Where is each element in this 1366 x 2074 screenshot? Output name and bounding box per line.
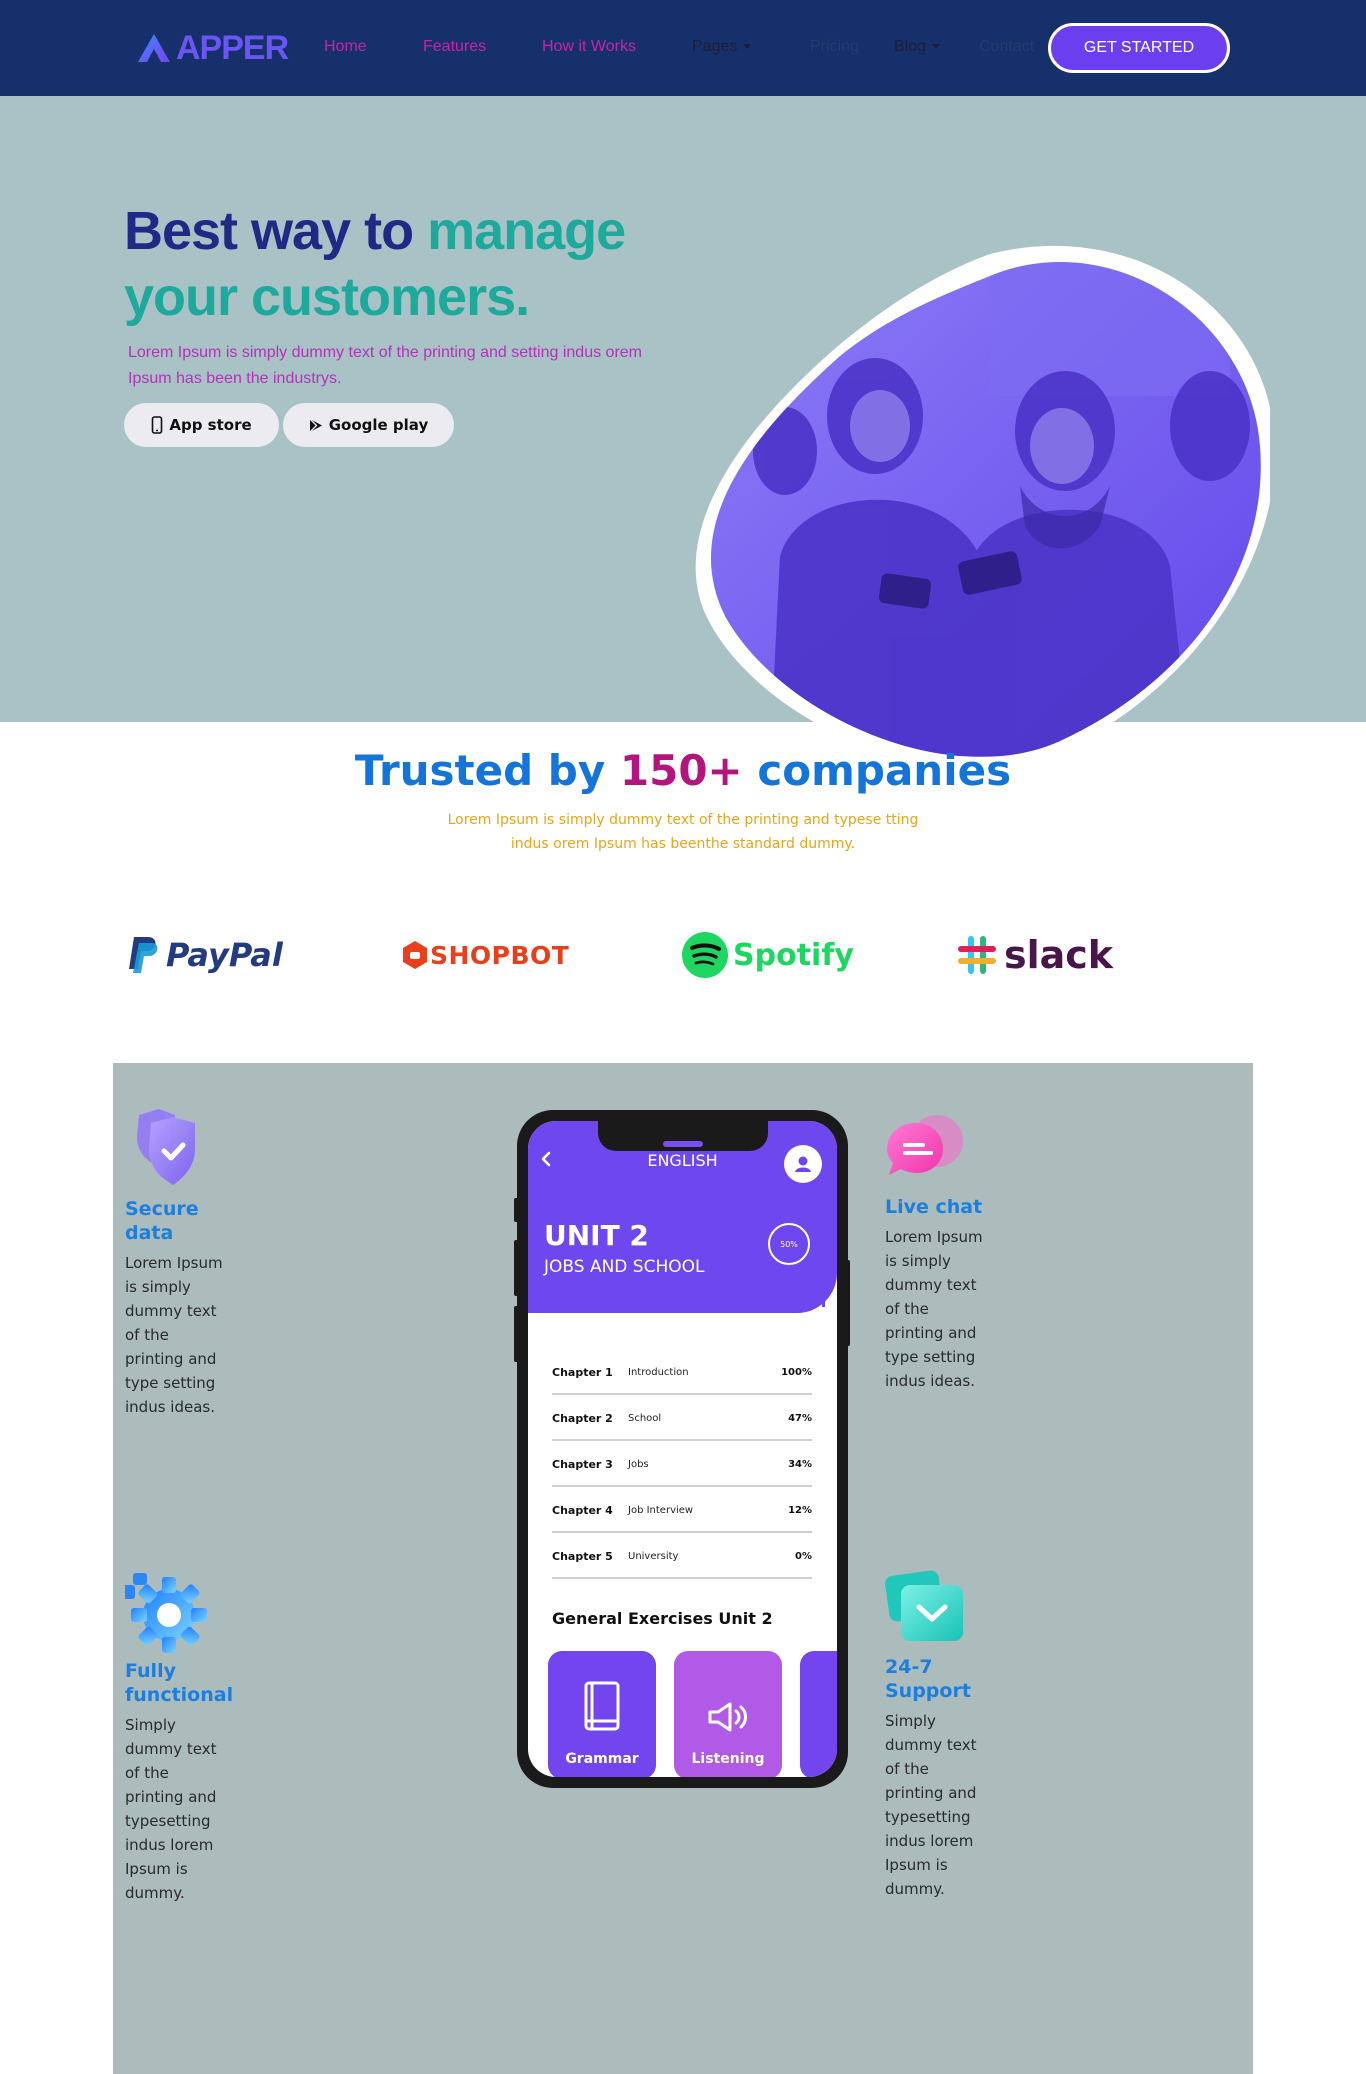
feature-secure-data: Secure data Lorem Ipsum is simply dummy … xyxy=(125,1109,225,1419)
chat-icon xyxy=(887,1115,963,1175)
feature-text: Simply dummy text of the printing and ty… xyxy=(125,1716,217,1902)
brand-shopbot: SHOPBOT xyxy=(402,930,569,980)
navbar: APPER Home Features How it Works Pages P… xyxy=(0,0,1366,96)
nav-contact[interactable]: Contact xyxy=(979,38,1034,56)
brand-slack: slack xyxy=(956,930,1113,980)
chapter-row[interactable]: Chapter 1 Introduction 100% xyxy=(552,1351,812,1395)
nav-pages[interactable]: Pages xyxy=(692,38,752,56)
nav-home[interactable]: Home xyxy=(324,38,367,56)
brand-spotify: Spotify xyxy=(681,930,854,980)
chapter-topic: Introduction xyxy=(628,1366,689,1378)
phone-mockup: ENGLISH UNIT 2 JOBS AND SCHOOL 50% Chapt… xyxy=(517,1110,848,1788)
chapter-row[interactable]: Chapter 2 School 47% xyxy=(552,1397,812,1441)
vocabulary-tile[interactable]: V xyxy=(800,1651,837,1777)
phone-screen: ENGLISH UNIT 2 JOBS AND SCHOOL 50% Chapt… xyxy=(528,1121,837,1777)
phone-speaker xyxy=(663,1141,703,1147)
listening-tile[interactable]: Listening xyxy=(674,1651,782,1777)
chapter-topic: University xyxy=(628,1550,679,1562)
progress-ring: 50% xyxy=(768,1223,810,1265)
feature-text: Simply dummy text of the printing and ty… xyxy=(885,1712,977,1898)
chapter-name: Chapter 4 xyxy=(552,1503,613,1517)
nav-blog-label: Blog xyxy=(894,38,927,55)
chapter-name: Chapter 1 xyxy=(552,1365,613,1379)
chapter-percent: 34% xyxy=(788,1458,812,1470)
brand-paypal-text: PayPal xyxy=(166,936,283,974)
get-started-button[interactable]: GET STARTED xyxy=(1048,23,1230,73)
feature-title: Secure data xyxy=(125,1198,199,1244)
trusted-description: Lorem Ipsum is simply dummy text of the … xyxy=(447,812,919,852)
chapter-topic: Jobs xyxy=(628,1458,649,1470)
grammar-tile[interactable]: Grammar xyxy=(548,1651,656,1777)
shopbot-logo-icon xyxy=(403,941,427,969)
mail-icon xyxy=(885,1570,963,1641)
chapter-name: Chapter 3 xyxy=(552,1457,613,1471)
nav-features[interactable]: Features xyxy=(423,38,486,56)
play-store-icon xyxy=(309,418,323,433)
nav-how-it-works[interactable]: How it Works xyxy=(542,38,636,56)
chapter-percent: 0% xyxy=(795,1550,812,1562)
grammar-label: Grammar xyxy=(565,1751,639,1767)
hero-section: Best way to manage your customers. Lorem… xyxy=(0,96,1366,769)
feature-live-chat: Live chat Lorem Ipsum is simply dummy te… xyxy=(885,1107,985,1393)
brand-slack-text: slack xyxy=(1004,933,1114,977)
chapter-percent: 47% xyxy=(788,1412,812,1424)
trusted-title: Trusted by 150+ companies xyxy=(0,746,1366,795)
feature-text: Lorem Ipsum is simply dummy text of the … xyxy=(125,1254,223,1416)
hero-title: Best way to manage your customers. xyxy=(124,198,684,330)
feature-24-7-support: 24-7 Support Simply dummy text of the pr… xyxy=(885,1567,985,1901)
gear-icon xyxy=(123,1573,207,1653)
chapter-name: Chapter 5 xyxy=(552,1549,613,1563)
paypal-logo-icon xyxy=(129,937,158,973)
chapter-row[interactable]: Chapter 5 University 0% xyxy=(552,1535,812,1579)
shield-icon xyxy=(137,1109,195,1185)
logo-mark-icon xyxy=(138,34,170,62)
app-header: ENGLISH UNIT 2 JOBS AND SCHOOL 50% xyxy=(528,1121,837,1313)
trusted-title-part1: Trusted by xyxy=(354,746,620,795)
trusted-count: 150+ xyxy=(619,746,743,795)
brand-paypal: PayPal xyxy=(126,930,283,980)
brand-spotify-text: Spotify xyxy=(733,937,854,973)
brand-shopbot-text: SHOPBOT xyxy=(430,940,570,970)
hero-photo xyxy=(695,245,1270,769)
slack-logo-icon xyxy=(958,936,996,974)
feature-title: 24-7 Support xyxy=(885,1656,971,1702)
chapter-row[interactable]: Chapter 4 Job Interview 12% xyxy=(552,1489,812,1533)
exercises-title: General Exercises Unit 2 xyxy=(552,1609,773,1628)
phone-icon xyxy=(151,416,163,434)
app-store-label: App store xyxy=(169,416,252,434)
nav-blog[interactable]: Blog xyxy=(894,38,941,56)
book-icon xyxy=(582,1681,622,1737)
nav-pricing[interactable]: Pricing xyxy=(810,38,859,56)
user-avatar-icon[interactable] xyxy=(784,1145,822,1183)
chapter-name: Chapter 2 xyxy=(552,1411,613,1425)
chapter-topic: School xyxy=(628,1412,662,1424)
google-play-label: Google play xyxy=(328,416,429,434)
feature-title: Live chat xyxy=(885,1196,983,1218)
trusted-title-part2: companies xyxy=(742,746,1012,795)
listening-label: Listening xyxy=(691,1751,765,1767)
nav-pages-label: Pages xyxy=(692,38,738,55)
feature-title: Fully functional xyxy=(125,1660,234,1706)
logo-text: APPER xyxy=(176,28,289,67)
hero-description: Lorem Ipsum is simply dummy text of the … xyxy=(128,344,642,387)
chapter-row[interactable]: Chapter 3 Jobs 34% xyxy=(552,1443,812,1487)
hero-title-part1: Best way to xyxy=(124,201,428,261)
google-play-button[interactable]: Google play xyxy=(283,403,454,447)
scroll-indicator[interactable] xyxy=(822,1291,825,1307)
spotify-logo-icon xyxy=(682,932,728,978)
app-unit-subtitle: JOBS AND SCHOOL xyxy=(544,1257,705,1277)
chapter-topic: Job Interview xyxy=(628,1504,694,1516)
feature-fully-functional: Fully functional Simply dummy text of th… xyxy=(123,1571,234,1905)
chapter-percent: 12% xyxy=(788,1504,812,1516)
chevron-down-icon xyxy=(932,44,941,50)
app-store-button[interactable]: App store xyxy=(124,403,279,447)
feature-text: Lorem Ipsum is simply dummy text of the … xyxy=(885,1228,983,1390)
speaker-icon xyxy=(706,1701,750,1737)
chevron-down-icon xyxy=(743,44,752,50)
app-unit-title: UNIT 2 xyxy=(544,1219,649,1252)
chapter-percent: 100% xyxy=(781,1366,812,1378)
logo[interactable]: APPER xyxy=(136,26,289,70)
